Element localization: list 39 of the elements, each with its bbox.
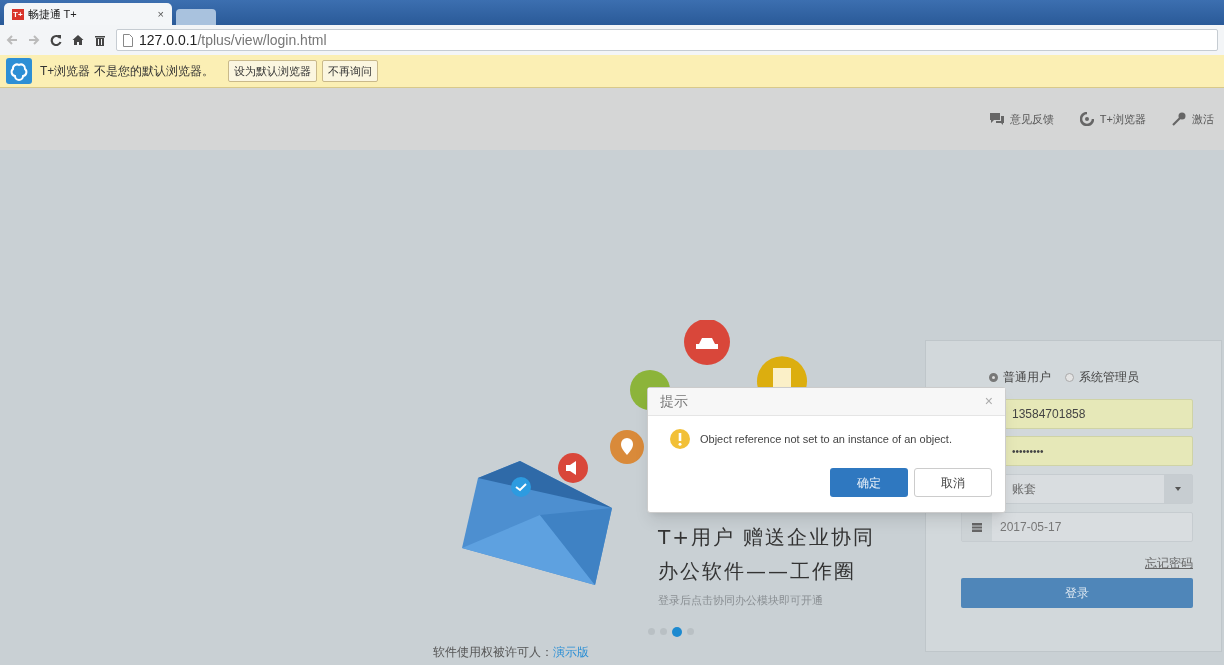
contact-card-icon: [757, 356, 807, 387]
role-radio[interactable]: 系统管理员: [1065, 368, 1139, 386]
new-tab-button[interactable]: [176, 9, 216, 25]
address-field[interactable]: 127.0.0.1/tplus/view/login.html: [116, 29, 1218, 51]
browser-logo-icon: [6, 58, 32, 84]
license-label: 软件使用权被许可人：: [433, 644, 553, 661]
dialog-title: 提示: [660, 392, 688, 411]
caret-icon: [1175, 487, 1181, 491]
header-link[interactable]: 激活: [1172, 110, 1214, 128]
location-pin-icon: [610, 430, 644, 464]
infobar-button[interactable]: 不再询问: [321, 60, 378, 82]
tab-favicon: T+: [12, 8, 24, 20]
chat-icon: [989, 112, 1004, 126]
page-icon: [123, 33, 133, 47]
dialog-button[interactable]: 取消: [914, 468, 992, 497]
dialog-message: Object reference not set to an instance of an object.: [700, 431, 952, 447]
promo-headline: T+用户 赠送企业协同: [658, 524, 876, 551]
calendar-icon: [972, 522, 982, 532]
home-icon[interactable]: [72, 34, 84, 46]
trash-icon[interactable]: [94, 34, 106, 46]
promo-title: 办公软件——工作圈: [658, 558, 857, 585]
browser-tab[interactable]: T+ 畅捷通 T+ ×: [4, 3, 172, 25]
reload-icon[interactable]: [50, 34, 62, 46]
role-radio[interactable]: 普通用户: [989, 368, 1051, 386]
infobar-message: T+浏览器 不是您的默认浏览器。: [40, 63, 214, 80]
forward-icon[interactable]: [28, 34, 40, 46]
header-link[interactable]: 意见反馈: [989, 110, 1054, 128]
key-icon: [1172, 112, 1186, 126]
megaphone-icon: [558, 453, 588, 483]
recycle-icon: [1079, 112, 1094, 126]
tab-close-button[interactable]: ×: [157, 5, 164, 23]
forgot-password-link[interactable]: 忘记密码: [1145, 554, 1193, 572]
infobar-button[interactable]: 设为默认浏览器: [227, 60, 317, 82]
check-icon: [511, 477, 531, 497]
warning-icon: [670, 429, 690, 449]
header-link[interactable]: T+浏览器: [1079, 110, 1146, 128]
back-icon[interactable]: [6, 34, 18, 46]
tab-title: 畅捷通 T+: [27, 6, 78, 22]
dialog-button[interactable]: 确定: [830, 468, 908, 497]
